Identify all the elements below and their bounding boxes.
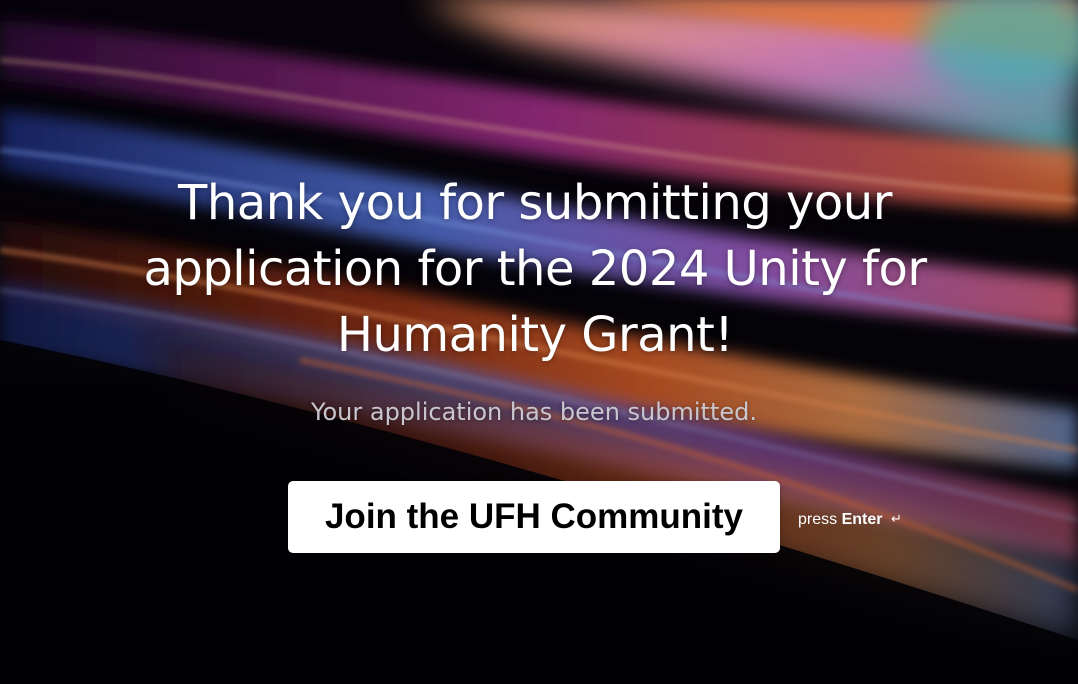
page-title: Thank you for submitting your applicatio… [143, 175, 927, 363]
confirmation-content: Thank you for submitting your applicatio… [0, 0, 1078, 684]
return-arrow-icon: ↵ [890, 511, 902, 526]
join-community-button[interactable]: Join the UFH Community [288, 481, 780, 553]
hint-key-label: Enter [841, 511, 883, 528]
keyboard-hint: press Enter ↵ [798, 508, 902, 530]
confirmation-message: Your application has been submitted. [311, 398, 757, 426]
hint-prefix: press [798, 511, 838, 528]
thank-you-screen: Thank you for submitting your applicatio… [0, 0, 1078, 684]
